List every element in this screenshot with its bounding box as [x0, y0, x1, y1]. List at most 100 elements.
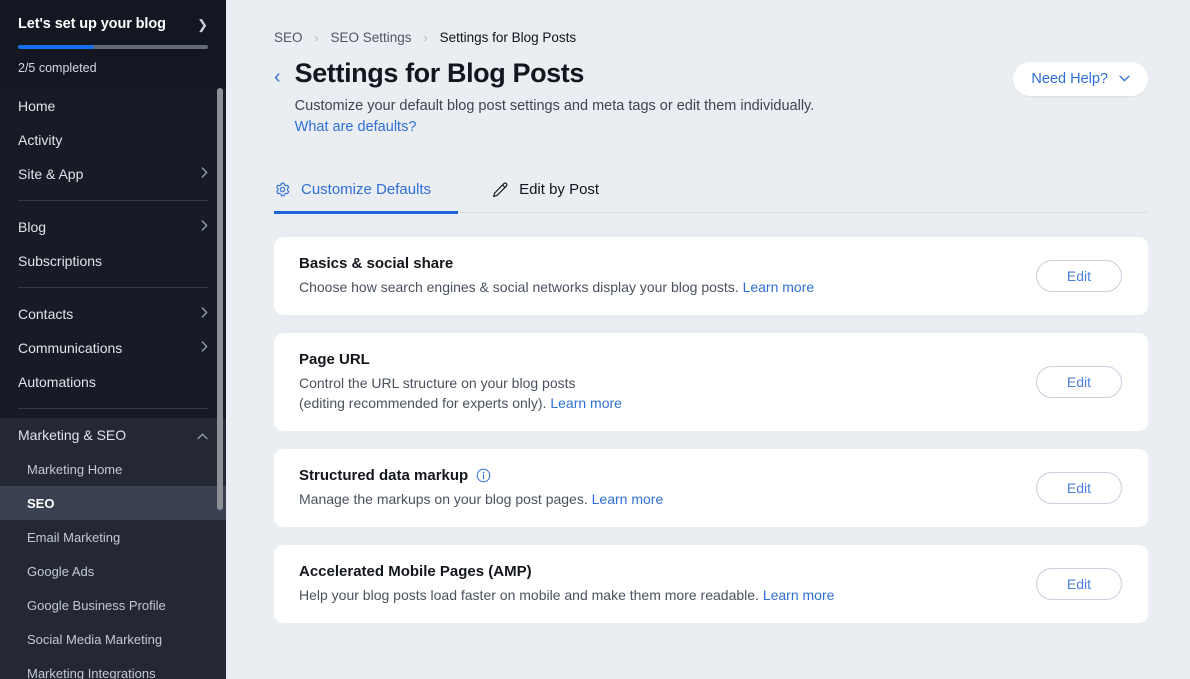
settings-card-description: Help your blog posts load faster on mobi… — [299, 585, 1036, 605]
sidebar-item-subscriptions[interactable]: Subscriptions — [0, 244, 226, 278]
sidebar-item-label: Communications — [18, 340, 123, 356]
settings-card-title: Page URL — [299, 351, 1036, 368]
edit-button[interactable]: Edit — [1035, 260, 1122, 293]
settings-card-description-line: Choose how search engines & social netwo… — [299, 279, 743, 296]
sidebar-subitem-seo[interactable]: SEO — [0, 486, 226, 520]
learn-more-link[interactable]: Learn more — [743, 279, 815, 295]
learn-more-link[interactable]: Learn more — [763, 587, 835, 603]
page-subtitle: Customize your default blog post setting… — [294, 97, 815, 114]
learn-more-link[interactable]: Learn more — [592, 491, 664, 507]
settings-card-text: Accelerated Mobile Pages (AMP) Help your … — [299, 563, 1036, 605]
chevron-right-icon: ❯ — [197, 16, 208, 32]
tab-label: Customize Defaults — [301, 181, 432, 199]
settings-card: Accelerated Mobile Pages (AMP) Help your … — [274, 545, 1148, 624]
settings-card-text: Structured data markup Manage the markups… — [299, 467, 1036, 509]
settings-card-title: Basics & social share — [299, 255, 1036, 272]
sidebar-subitem-marketing-home[interactable]: Marketing Home — [0, 452, 226, 486]
settings-card-title-text: Accelerated Mobile Pages (AMP) — [299, 563, 532, 581]
sidebar-item-activity[interactable]: Activity — [0, 123, 226, 157]
tab-label: Edit by Post — [519, 181, 600, 199]
sidebar-subitem-label: Marketing Integrations — [27, 665, 156, 679]
tab-customize-defaults[interactable]: Customize Defaults — [274, 166, 459, 215]
breadcrumb-item-settings-for-blog-posts: Settings for Blog Posts — [439, 30, 577, 45]
page-header-text: Settings for Blog Posts Customize your d… — [295, 57, 815, 136]
sidebar-item-label: Home — [18, 98, 56, 114]
settings-card-description-line: Manage the markups on your blog post pag… — [299, 491, 592, 508]
page-header-left: ‹ Settings for Blog Posts Customize your… — [274, 57, 814, 136]
chevron-right-icon — [201, 341, 208, 355]
edit-button[interactable]: Edit — [1035, 472, 1122, 505]
blog-setup-header[interactable]: Let's set up your blog ❯ — [18, 16, 208, 32]
edit-button[interactable]: Edit — [1035, 366, 1122, 399]
settings-card-title: Structured data markup — [299, 467, 1036, 484]
settings-card-list: Basics & social share Choose how search e… — [274, 237, 1148, 624]
breadcrumb-item-seo-settings[interactable]: SEO Settings — [331, 30, 412, 45]
settings-card-description-line: (editing recommended for experts only). — [299, 395, 551, 412]
setup-progress-label: 2/5 completed — [18, 61, 97, 75]
back-button[interactable]: ‹ — [274, 67, 281, 87]
sidebar-subitem-google-business-profile[interactable]: Google Business Profile — [0, 588, 226, 622]
tab-edit-by-post[interactable]: Edit by Post — [491, 166, 619, 213]
main-content: SEO › SEO Settings › Settings for Blog Posts… — [226, 0, 1190, 679]
sidebar-item-communications[interactable]: Communications — [0, 331, 226, 365]
breadcrumb-separator-icon: › — [423, 30, 428, 45]
sidebar-subitem-label: Google Business Profile — [27, 597, 166, 613]
settings-card-text: Basics & social share Choose how search e… — [299, 255, 1036, 297]
sidebar-subitem-email-marketing[interactable]: Email Marketing — [0, 520, 226, 554]
sidebar-item-label: Automations — [18, 374, 96, 390]
sidebar-subitem-google-ads[interactable]: Google Ads — [0, 554, 226, 588]
settings-card-description-line: Control the URL structure on your blog p… — [299, 375, 576, 392]
settings-card: Basics & social share Choose how search e… — [274, 237, 1148, 316]
sidebar-group-header-marketing-seo[interactable]: Marketing & SEO — [0, 418, 226, 452]
page-title: Settings for Blog Posts — [294, 58, 585, 88]
settings-card-title-text: Basics & social share — [299, 255, 454, 273]
breadcrumb: SEO › SEO Settings › Settings for Blog Posts — [226, 0, 1190, 45]
edit-button[interactable]: Edit — [1035, 568, 1122, 601]
sidebar-item-contacts[interactable]: Contacts — [0, 297, 226, 331]
app-root: Let's set up your blog ❯ 2/5 completed H… — [0, 0, 1190, 679]
settings-card-title: Accelerated Mobile Pages (AMP) — [299, 563, 1036, 580]
sidebar-item-label: Blog — [18, 219, 47, 235]
sidebar-item-home[interactable]: Home — [0, 89, 226, 123]
settings-card: Structured data markup Manage the markups… — [274, 449, 1148, 528]
sidebar-subitem-label: Marketing Home — [27, 461, 123, 477]
sidebar-item-blog[interactable]: Blog — [0, 210, 226, 244]
learn-more-link[interactable]: Learn more — [550, 395, 622, 411]
sidebar-group-marketing-seo: Marketing & SEO Marketing Home SEO Email Ma… — [0, 418, 226, 679]
chevron-right-icon — [201, 220, 208, 234]
sidebar-subitem-label: Google Ads — [27, 563, 95, 579]
breadcrumb-separator-icon: › — [314, 30, 319, 45]
sidebar-subitem-label: SEO — [27, 495, 55, 511]
settings-card-title-text: Page URL — [299, 351, 370, 369]
sidebar-subitem-label: Social Media Marketing — [27, 631, 163, 647]
settings-card-description: Choose how search engines & social netwo… — [299, 277, 1036, 297]
sidebar-scrollbar-thumb[interactable] — [217, 88, 223, 510]
settings-card-description-line: Help your blog posts load faster on mobi… — [299, 587, 763, 604]
settings-card-text: Page URL Control the URL structure on you… — [299, 351, 1036, 413]
sidebar-subitem-marketing-integrations[interactable]: Marketing Integrations — [0, 656, 226, 679]
sidebar-item-automations[interactable]: Automations — [0, 365, 226, 399]
sidebar-subitem-label: Email Marketing — [27, 529, 121, 545]
blog-setup-title: Let's set up your blog — [18, 16, 166, 32]
need-help-button[interactable]: Need Help? — [1013, 62, 1148, 96]
sidebar-divider — [18, 408, 208, 409]
page-header: ‹ Settings for Blog Posts Customize your… — [226, 45, 1190, 136]
settings-card: Page URL Control the URL structure on you… — [274, 333, 1148, 432]
what-are-defaults-link[interactable]: What are defaults? — [295, 119, 417, 135]
sidebar-item-label: Contacts — [18, 306, 74, 322]
pencil-icon — [491, 181, 509, 199]
sidebar: Let's set up your blog ❯ 2/5 completed H… — [0, 0, 226, 679]
chevron-up-icon — [197, 427, 208, 443]
gear-icon — [274, 181, 291, 198]
setup-progress-bar — [18, 45, 208, 49]
settings-card-description: Control the URL structure on your blog p… — [299, 373, 1036, 413]
sidebar-subitem-social-media-marketing[interactable]: Social Media Marketing — [0, 622, 226, 656]
breadcrumb-item-seo[interactable]: SEO — [274, 30, 303, 45]
info-icon[interactable] — [476, 468, 491, 483]
sidebar-item-site-app[interactable]: Site & App — [0, 157, 226, 191]
blog-setup-panel[interactable]: Let's set up your blog ❯ 2/5 completed — [0, 0, 226, 89]
settings-tabs: Customize Defaults Edit by Post — [274, 166, 1148, 215]
settings-card-description: Manage the markups on your blog post pag… — [299, 489, 1036, 509]
sidebar-group-label: Marketing & SEO — [18, 427, 127, 443]
sidebar-scrollbar-track[interactable] — [217, 88, 223, 679]
